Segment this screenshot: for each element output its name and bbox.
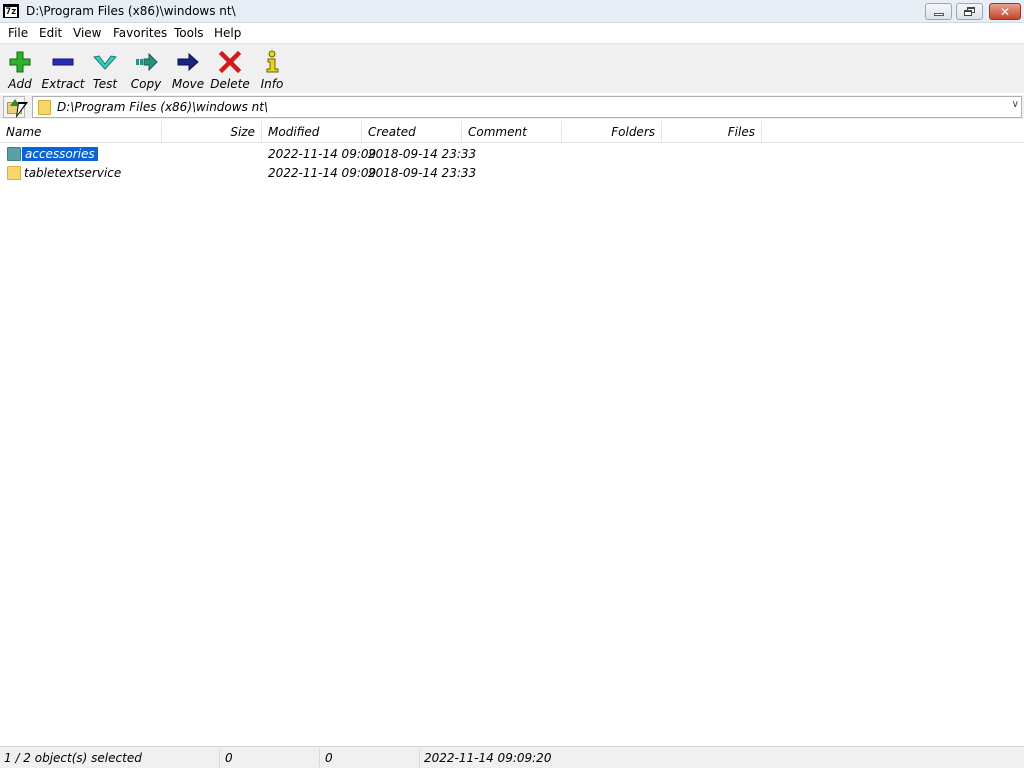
column-header-modified[interactable]: Modified — [262, 121, 362, 143]
add-label: Add — [8, 77, 32, 91]
info-button[interactable]: Info — [258, 47, 286, 91]
add-button[interactable]: Add — [5, 47, 35, 91]
extract-icon — [52, 58, 74, 66]
toolbar: Add Extract Test Copy Move Delete Info — [0, 43, 1024, 93]
list-item[interactable]: tabletextservice 2022-11-14 09:09 2018-0… — [0, 164, 1024, 183]
status-datetime: 2022-11-14 09:09:20 — [424, 751, 552, 765]
delete-icon — [218, 50, 242, 74]
item-name[interactable]: tabletextservice — [24, 166, 121, 180]
status-size-total: 0 — [225, 751, 233, 765]
menu-view[interactable]: View — [73, 26, 101, 40]
title-bar: 7z D:\Program Files (x86)\windows nt\ ✕ — [0, 0, 1024, 23]
extract-label: Extract — [41, 77, 85, 91]
status-selection: 1 / 2 object(s) selected — [4, 751, 142, 765]
folder-icon — [7, 147, 21, 161]
info-icon — [266, 50, 279, 73]
menu-edit[interactable]: Edit — [39, 26, 62, 40]
restore-button[interactable] — [956, 3, 983, 20]
minimize-button[interactable] — [925, 3, 952, 20]
status-bar: 1 / 2 object(s) selected 0 0 2022-11-14 … — [0, 746, 1024, 768]
menu-favorites[interactable]: Favorites — [113, 26, 167, 40]
status-divider — [419, 749, 420, 767]
column-header-comment[interactable]: Comment — [462, 121, 562, 143]
menu-bar: File Edit View Favorites Tools Help — [0, 23, 1024, 43]
copy-icon — [136, 52, 158, 72]
test-label: Test — [92, 77, 118, 91]
move-button[interactable]: Move — [171, 47, 205, 91]
minimize-icon — [933, 13, 944, 16]
file-list-header: Name Size Modified Created Comment Folde… — [0, 121, 1024, 143]
column-header-folders[interactable]: Folders — [562, 121, 662, 143]
copy-label: Copy — [130, 77, 162, 91]
address-row: D:\Program Files (x86)\windows nt\ ∨ — [0, 95, 1024, 119]
mouse-cursor-icon — [15, 102, 29, 118]
app-logo-icon[interactable]: 7z — [3, 4, 19, 18]
folder-icon — [38, 100, 51, 115]
item-name[interactable]: accessories — [21, 146, 99, 162]
move-icon — [177, 52, 199, 72]
add-icon — [9, 51, 31, 73]
test-icon — [93, 55, 117, 70]
extract-button[interactable]: Extract — [41, 47, 85, 91]
status-divider — [219, 749, 220, 767]
window-title: D:\Program Files (x86)\windows nt\ — [26, 4, 236, 18]
copy-button[interactable]: Copy — [131, 47, 161, 91]
move-label: Move — [171, 77, 205, 91]
column-header-size[interactable]: Size — [162, 121, 262, 143]
column-header-created[interactable]: Created — [362, 121, 462, 143]
close-button[interactable]: ✕ — [989, 3, 1021, 20]
status-size-selected: 0 — [325, 751, 333, 765]
status-divider — [319, 749, 320, 767]
delete-button[interactable]: Delete — [210, 47, 250, 91]
item-modified: 2022-11-14 09:09 — [268, 147, 377, 161]
column-header-files[interactable]: Files — [662, 121, 762, 143]
close-icon: ✕ — [999, 4, 1011, 19]
column-header-name[interactable]: Name — [0, 121, 162, 143]
address-combobox[interactable]: D:\Program Files (x86)\windows nt\ ∨ — [32, 96, 1022, 118]
address-path: D:\Program Files (x86)\windows nt\ — [57, 100, 268, 114]
list-item[interactable]: accessories 2022-11-14 09:09 2018-09-14 … — [0, 145, 1024, 164]
menu-tools[interactable]: Tools — [174, 26, 204, 40]
folder-icon — [7, 166, 21, 180]
restore-icon — [963, 6, 976, 17]
item-modified: 2022-11-14 09:09 — [268, 166, 377, 180]
delete-label: Delete — [210, 77, 250, 91]
item-created: 2018-09-14 23:33 — [368, 147, 477, 161]
test-button[interactable]: Test — [90, 47, 120, 91]
menu-file[interactable]: File — [8, 26, 28, 40]
info-label: Info — [260, 77, 284, 91]
chevron-down-icon[interactable]: ∨ — [1012, 99, 1019, 110]
item-created: 2018-09-14 23:33 — [368, 166, 477, 180]
menu-help[interactable]: Help — [214, 26, 241, 40]
